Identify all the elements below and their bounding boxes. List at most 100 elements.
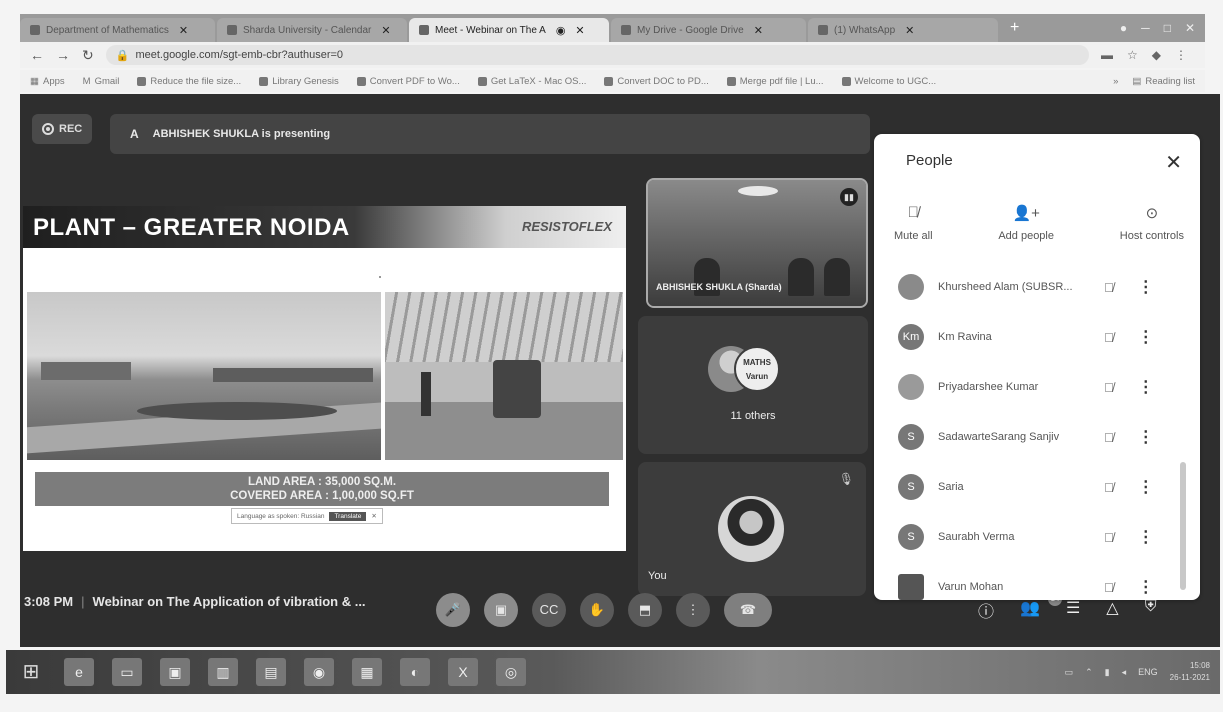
mic-toggle-button[interactable]: 🎤 <box>436 593 470 627</box>
self-tile[interactable]: 🎙 You <box>638 462 866 596</box>
participant-row[interactable]: S Saria 🎙̸ ⋮ <box>874 462 1200 512</box>
close-window-icon[interactable]: ✕ <box>1185 21 1195 35</box>
participant-row[interactable]: Varun Mohan 🎙̸ ⋮ <box>874 562 1200 612</box>
bookmark-item[interactable]: Convert DOC to PD... <box>604 76 709 87</box>
mic-off-icon[interactable]: 🎙̸ <box>1104 530 1114 545</box>
bookmark-item[interactable]: Merge pdf file | Lu... <box>726 76 824 87</box>
tab-close-icon[interactable]: ✕ <box>754 24 763 37</box>
notes-icon[interactable]: ▦ <box>352 658 382 686</box>
network-icon[interactable]: ▮ <box>1105 667 1110 678</box>
people-panel: People ✕ 🎙̸ Mute all 👤+ Add people ⊙ Hos… <box>874 134 1200 600</box>
arrow-up-icon[interactable]: ⌃ <box>1085 667 1093 678</box>
reading-list-button[interactable]: ▤ Reading list <box>1132 76 1195 87</box>
more-options-icon[interactable]: ⋮ <box>1138 327 1154 347</box>
bookmark-label: Convert PDF to Wo... <box>369 75 460 87</box>
bookmark-item[interactable]: Library Genesis <box>259 76 339 87</box>
language-indicator[interactable]: ENG <box>1138 667 1158 677</box>
maximize-icon[interactable]: □ <box>1164 21 1171 35</box>
meeting-title: Webinar on The Application of vibration … <box>92 594 366 609</box>
presenter-video-tile[interactable]: ▮▮ ABHISHEK SHUKLA (Sharda) <box>646 178 868 308</box>
taskbar-clock[interactable]: 15:08 26-11-2021 <box>1170 660 1210 684</box>
excel-icon[interactable]: X <box>448 658 478 686</box>
minimize-icon[interactable]: ─ <box>1141 21 1150 35</box>
self-avatar <box>718 496 784 562</box>
tab-close-icon[interactable]: ✕ <box>381 24 390 37</box>
close-icon[interactable]: ✕ <box>1165 150 1182 175</box>
mic-off-icon[interactable]: 🎙̸ <box>1104 480 1114 495</box>
bookmark-item[interactable]: Get LaTeX - Mac OS... <box>477 76 586 87</box>
menu-icon[interactable]: ⋮ <box>1175 48 1187 62</box>
browser-tab-active[interactable]: Meet - Webinar on The A ◉ ✕ <box>409 18 609 42</box>
area-info-box: LAND AREA : 35,000 SQ.M. COVERED AREA : … <box>35 472 609 506</box>
new-tab-button[interactable]: + <box>1000 19 1029 37</box>
back-icon[interactable]: ← <box>30 47 44 63</box>
raise-hand-button[interactable]: ✋ <box>580 593 614 627</box>
browser-tab[interactable]: Department of Mathematics ✕ <box>20 18 215 42</box>
present-button[interactable]: ⬒ <box>628 593 662 627</box>
more-options-icon[interactable]: ⋮ <box>1138 427 1154 447</box>
participant-row[interactable]: Priyadarshee Kumar 🎙̸ ⋮ <box>874 362 1200 412</box>
captions-button[interactable]: CC <box>532 593 566 627</box>
tab-audio-icon[interactable]: ◉ <box>556 24 566 37</box>
photo-lawn <box>137 402 337 420</box>
monitor-icon[interactable]: ▤ <box>256 658 286 686</box>
url-text: meet.google.com/sgt-emb-cbr?authuser=0 <box>135 49 344 61</box>
reload-icon[interactable]: ↻ <box>82 47 94 64</box>
profile-icon[interactable]: ● <box>1120 21 1127 35</box>
extension-icon[interactable]: ◆ <box>1152 48 1161 62</box>
leave-call-button[interactable]: ☎ <box>724 593 772 627</box>
tab-close-icon[interactable]: ✕ <box>575 24 584 37</box>
more-options-icon[interactable]: ⋮ <box>1138 477 1154 497</box>
camera-icon[interactable]: ▬ <box>1101 48 1113 62</box>
camera-toggle-button[interactable]: ▣ <box>484 593 518 627</box>
app-icon[interactable]: ◐ <box>400 658 430 686</box>
browser-tab[interactable]: Sharda University - Calendar ✕ <box>217 18 407 42</box>
volume-icon[interactable]: ◂ <box>1122 667 1127 678</box>
file-explorer-icon[interactable]: ▭ <box>112 658 142 686</box>
windows-start-icon[interactable]: ⊞ <box>16 658 46 686</box>
internet-explorer-icon[interactable]: e <box>64 658 94 686</box>
bookmark-item[interactable]: Reduce the file size... <box>137 76 241 87</box>
star-icon[interactable]: ☆ <box>1127 48 1138 62</box>
translate-close-button[interactable]: ✕ <box>371 512 376 520</box>
more-options-icon[interactable]: ⋮ <box>1138 377 1154 397</box>
participant-row[interactable]: S Saurabh Verma 🎙̸ ⋮ <box>874 512 1200 562</box>
tab-close-icon[interactable]: ✕ <box>179 24 188 37</box>
tab-close-icon[interactable]: ✕ <box>905 24 914 37</box>
participant-row[interactable]: Km Km Ravina 🎙̸ ⋮ <box>874 312 1200 362</box>
bookmark-gmail[interactable]: M Gmail <box>83 76 120 87</box>
more-options-icon[interactable]: ⋮ <box>1138 577 1154 597</box>
bookmark-apps[interactable]: ▦ Apps <box>30 76 65 87</box>
mute-all-button[interactable]: 🎙̸ Mute all <box>894 204 933 242</box>
mic-off-icon[interactable]: 🎙̸ <box>1104 330 1114 345</box>
participant-name: Saurabh Verma <box>938 531 1015 543</box>
chevron-right-icon[interactable]: » <box>1113 76 1118 87</box>
mic-off-icon[interactable]: 🎙̸ <box>1104 580 1114 595</box>
more-options-icon[interactable]: ⋮ <box>1138 527 1154 547</box>
mic-off-icon[interactable]: 🎙̸ <box>1104 380 1114 395</box>
computer-icon[interactable]: ▥ <box>208 658 238 686</box>
chrome-icon[interactable]: ◎ <box>496 658 526 686</box>
host-controls-button[interactable]: ⊙ Host controls <box>1120 204 1184 242</box>
participant-name: SadawarteSarang Sanjiv <box>938 431 1060 443</box>
bookmark-item[interactable]: Welcome to UGC... <box>841 76 936 87</box>
store-icon[interactable]: ▣ <box>160 658 190 686</box>
mic-off-icon[interactable]: 🎙̸ <box>1104 430 1114 445</box>
mic-off-icon[interactable]: 🎙̸ <box>1104 280 1114 295</box>
rec-label: REC <box>59 123 83 135</box>
participant-row[interactable]: S SadawarteSarang Sanjiv 🎙̸ ⋮ <box>874 412 1200 462</box>
browser-tab[interactable]: (1) WhatsApp ✕ <box>808 18 998 42</box>
participant-row[interactable]: Khursheed Alam (SUBSR... 🎙̸ ⋮ <box>874 262 1200 312</box>
keyboard-icon[interactable]: ▭ <box>1065 667 1074 678</box>
url-field[interactable]: 🔒 meet.google.com/sgt-emb-cbr?authuser=0 <box>105 45 1089 65</box>
firefox-icon[interactable]: ◉ <box>304 658 334 686</box>
browser-tab[interactable]: My Drive - Google Drive ✕ <box>611 18 806 42</box>
more-options-button[interactable]: ⋮ <box>676 593 710 627</box>
bookmark-item[interactable]: Convert PDF to Wo... <box>356 75 460 87</box>
forward-icon[interactable]: → <box>56 47 70 63</box>
more-options-icon[interactable]: ⋮ <box>1138 277 1154 297</box>
add-people-button[interactable]: 👤+ Add people <box>998 204 1054 242</box>
translate-button[interactable]: Translate <box>329 511 367 521</box>
others-tile[interactable]: MATHS Varun 11 others <box>638 316 868 454</box>
panel-scrollbar[interactable] <box>1180 462 1186 590</box>
